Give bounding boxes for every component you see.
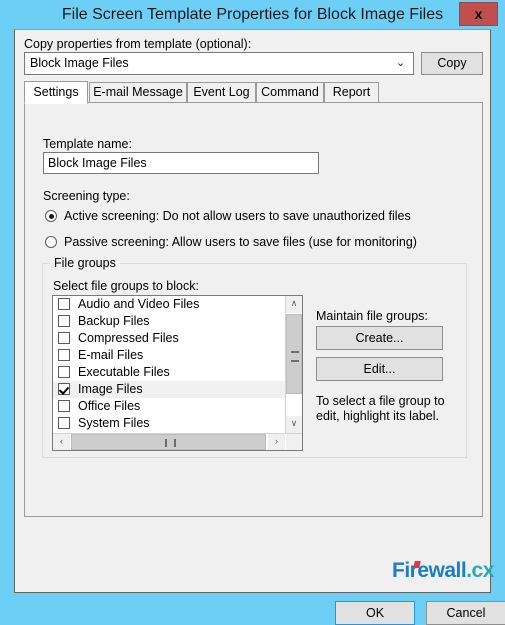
checkbox-icon[interactable] bbox=[58, 298, 70, 310]
close-icon[interactable]: x bbox=[459, 2, 498, 26]
cancel-button[interactable]: Cancel bbox=[426, 601, 505, 625]
tab-command[interactable]: Command bbox=[256, 82, 324, 103]
dialog-client-area: Copy properties from template (optional)… bbox=[14, 29, 505, 625]
tab-strip: Settings E-mail Message Event Log Comman… bbox=[24, 81, 484, 104]
copy-template-combo[interactable]: Block Image Files ⌄ bbox=[24, 52, 414, 75]
radio-passive-screening-dot bbox=[45, 236, 57, 248]
file-groups-legend: File groups bbox=[50, 256, 120, 270]
copy-template-combo-value: Block Image Files bbox=[30, 56, 129, 70]
list-item-label: Backup Files bbox=[78, 314, 150, 328]
scroll-right-icon[interactable]: › bbox=[268, 434, 285, 450]
file-groups-listbox[interactable]: Audio and Video Files Backup Files Compr… bbox=[52, 295, 303, 451]
list-item-label: System Files bbox=[78, 416, 150, 430]
checkbox-icon[interactable] bbox=[58, 366, 70, 378]
template-name-input[interactable] bbox=[43, 152, 319, 174]
title-bar: File Screen Template Properties for Bloc… bbox=[0, 0, 505, 29]
checkbox-icon[interactable] bbox=[58, 400, 70, 412]
tab-email-message[interactable]: E-mail Message bbox=[89, 82, 187, 103]
list-item[interactable]: Audio and Video Files bbox=[53, 296, 285, 313]
checkbox-icon[interactable] bbox=[58, 417, 70, 429]
list-item[interactable]: Executable Files bbox=[53, 364, 285, 381]
tab-event-log[interactable]: Event Log bbox=[187, 82, 256, 103]
list-item[interactable]: E-mail Files bbox=[53, 347, 285, 364]
scroll-left-icon[interactable]: ‹ bbox=[53, 434, 70, 450]
tab-settings[interactable]: Settings bbox=[24, 81, 88, 104]
firewall-cx-logo: Firewall.cx bbox=[392, 559, 494, 583]
list-item[interactable]: System Files bbox=[53, 415, 285, 432]
file-group-hint-text: To select a file group to edit, highligh… bbox=[316, 394, 445, 423]
create-button[interactable]: Create... bbox=[316, 326, 443, 350]
radio-passive-screening-label: Passive screening: Allow users to save f… bbox=[64, 235, 417, 249]
radio-passive-screening[interactable]: Passive screening: Allow users to save f… bbox=[45, 235, 417, 249]
template-name-label: Template name: bbox=[43, 137, 132, 151]
ok-button[interactable]: OK bbox=[335, 601, 415, 625]
checkbox-icon[interactable] bbox=[58, 315, 70, 327]
list-item[interactable]: Image Files bbox=[53, 381, 285, 398]
vertical-scrollbar-thumb[interactable] bbox=[286, 314, 302, 394]
list-item-label: Office Files bbox=[78, 399, 141, 413]
list-item[interactable]: Backup Files bbox=[53, 313, 285, 330]
horizontal-scrollbar-thumb[interactable] bbox=[71, 434, 266, 450]
screening-type-label: Screening type: bbox=[43, 189, 130, 203]
window-title: File Screen Template Properties for Bloc… bbox=[61, 6, 444, 23]
checkbox-icon[interactable] bbox=[58, 349, 70, 361]
logo-part-cx: cx bbox=[471, 559, 495, 582]
scroll-up-icon[interactable]: ∧ bbox=[286, 296, 302, 313]
radio-active-screening-label: Active screening: Do not allow users to … bbox=[64, 209, 411, 223]
logo-part-f: F bbox=[392, 559, 405, 582]
list-item-label: E-mail Files bbox=[78, 348, 144, 362]
radio-active-screening-dot bbox=[45, 210, 57, 222]
edit-button[interactable]: Edit... bbox=[316, 357, 443, 381]
copy-button[interactable]: Copy bbox=[421, 52, 483, 75]
select-file-groups-label: Select file groups to block: bbox=[53, 279, 199, 293]
scrollbar-corner bbox=[286, 434, 302, 450]
list-item[interactable]: Office Files bbox=[53, 398, 285, 415]
chevron-down-icon: ⌄ bbox=[395, 57, 406, 69]
list-item-label: Audio and Video Files bbox=[78, 297, 200, 311]
tab-report[interactable]: Report bbox=[324, 82, 379, 103]
list-item-label: Executable Files bbox=[78, 365, 170, 379]
list-item-label: Image Files bbox=[78, 382, 143, 396]
checkbox-icon[interactable] bbox=[58, 332, 70, 344]
file-groups-list: Audio and Video Files Backup Files Compr… bbox=[53, 296, 285, 433]
radio-active-screening[interactable]: Active screening: Do not allow users to … bbox=[45, 209, 411, 223]
copy-properties-label: Copy properties from template (optional)… bbox=[24, 37, 252, 51]
checkbox-icon[interactable] bbox=[58, 383, 70, 395]
vertical-scrollbar[interactable]: ∧ ∨ bbox=[285, 296, 302, 433]
maintain-file-groups-label: Maintain file groups: bbox=[316, 309, 428, 323]
tab-panel-settings: Template name: Screening type: Active sc… bbox=[24, 102, 483, 517]
horizontal-scrollbar[interactable]: ‹ › bbox=[53, 433, 302, 450]
dialog-window: File Screen Template Properties for Bloc… bbox=[0, 0, 505, 625]
list-item[interactable]: Compressed Files bbox=[53, 330, 285, 347]
list-item-label: Compressed Files bbox=[78, 331, 179, 345]
scroll-down-icon[interactable]: ∨ bbox=[286, 416, 302, 433]
